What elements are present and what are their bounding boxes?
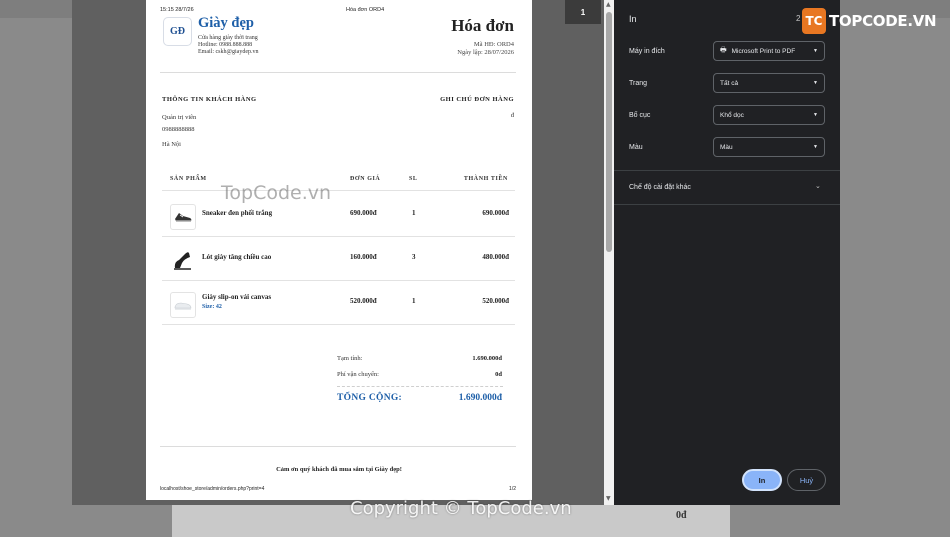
more-settings-toggle[interactable]: Chế độ cài đặt khác [629, 184, 691, 191]
customer-name: Quản trị viên [162, 114, 197, 121]
print-button[interactable]: In [742, 469, 782, 491]
shipping-value: 0đ [495, 371, 502, 378]
shipping-label: Phí vận chuyển: [337, 371, 379, 378]
scroll-down-arrow-icon[interactable]: ▼ [606, 495, 611, 502]
pages-select[interactable]: Tất cả ▼ [713, 73, 825, 93]
layout-value: Khổ dọc [720, 111, 744, 119]
invoice-date: Ngày lập: 28/07/2026 [457, 49, 514, 56]
color-value: Màu [720, 143, 733, 151]
printer-icon: 🖶 [720, 46, 727, 54]
invoice-number: Mã HĐ: ORD4 [473, 41, 514, 48]
page-number-badge: 1 [565, 0, 601, 24]
watermark-logo-text: TOPCODE.VN [829, 12, 937, 30]
print-header-time: 15:15 28/7/26 [160, 7, 194, 13]
dropdown-caret-icon: ▼ [813, 112, 818, 118]
sheet-count: 2 [796, 14, 801, 23]
item-total: 690.000đ [482, 209, 509, 217]
print-footer-url: localhost/shoe_store/admin/orders.php?pr… [160, 486, 265, 492]
store-tagline: Cửa hàng giày thời trang [198, 35, 258, 41]
watermark-logo: TC TOPCODE.VN [802, 8, 937, 34]
color-select[interactable]: Màu ▼ [713, 137, 825, 157]
color-label: Màu [629, 144, 643, 151]
table-row: Giày slip-on vải canvas Size: 42 520.000… [162, 281, 515, 325]
scrollbar-thumb[interactable] [606, 12, 612, 252]
invoice-paper: 15:15 28/7/26 Hóa đơn ORD4 GĐ Giày đẹp C… [146, 0, 532, 500]
watermark-copyright: Copyright © TopCode.vn [350, 498, 572, 519]
scroll-up-arrow-icon[interactable]: ▲ [606, 1, 611, 8]
footer-divider [160, 446, 516, 447]
summary-divider [337, 386, 503, 387]
item-price: 690.000đ [350, 209, 377, 217]
store-logo: GĐ [163, 17, 192, 46]
item-name: Lót giày tăng chiều cao [202, 253, 272, 261]
sneaker-icon [170, 204, 196, 230]
item-price: 160.000đ [350, 253, 377, 261]
subtotal-value: 1.690.000đ [472, 355, 502, 362]
col-qty: SL [409, 176, 418, 182]
store-hotline: Hotline: 0988.888.888 [198, 42, 253, 49]
destination-select[interactable]: 🖶 Microsoft Print to PDF ▼ [713, 41, 825, 61]
store-name: Giày đẹp [198, 15, 254, 31]
store-logo-text: GĐ [170, 26, 185, 37]
dropdown-caret-icon: ▼ [813, 48, 818, 54]
item-qty: 3 [412, 253, 416, 261]
watermark-middle: TopCode.vn [221, 182, 332, 204]
grand-total-value: 1.690.000đ [458, 393, 502, 403]
item-name: Giày slip-on vải canvas [202, 293, 272, 301]
slipon-icon [170, 292, 196, 318]
thank-you-message: Cảm ơn quý khách đã mua sắm tại Giày đẹp… [276, 466, 402, 473]
table-header-divider [162, 190, 515, 191]
layout-select[interactable]: Khổ dọc ▼ [713, 105, 825, 125]
print-settings-panel: In 2 Máy in đích 🖶 Microsoft Print to PD… [614, 0, 840, 505]
item-price: 520.000đ [350, 297, 377, 305]
insole-icon [170, 248, 194, 272]
customer-info-heading: THÔNG TIN KHÁCH HÀNG [162, 96, 257, 103]
destination-label: Máy in đích [629, 48, 665, 55]
pages-label: Trang [629, 80, 648, 87]
dropdown-caret-icon: ▼ [813, 80, 818, 86]
item-total: 520.000đ [482, 297, 509, 305]
col-total: THÀNH TIỀN [463, 176, 508, 182]
row-divider [162, 324, 515, 325]
table-row: Lót giày tăng chiều cao 160.000đ 3 480.0… [162, 237, 515, 281]
header-divider [160, 72, 516, 73]
print-dialog-title: In [629, 14, 637, 24]
print-header-doc-title: Hóa đơn ORD4 [346, 7, 385, 13]
background-value: 0đ [676, 510, 687, 521]
subtotal-label: Tạm tính: [337, 355, 363, 362]
item-qty: 1 [412, 209, 416, 217]
panel-divider [614, 170, 840, 171]
item-name: Sneaker đen phối trắng [202, 209, 273, 217]
table-row: Sneaker đen phối trắng 690.000đ 1 690.00… [162, 193, 515, 237]
pages-value: Tất cả [720, 79, 739, 87]
customer-address: Hà Nội [162, 141, 181, 148]
col-product: SẢN PHẨM [170, 176, 207, 182]
cancel-button[interactable]: Huỷ [787, 469, 826, 491]
grand-total-label: TỔNG CỘNG: [337, 393, 403, 403]
item-total: 480.000đ [482, 253, 509, 261]
preview-scrollbar[interactable]: ▲ ▼ [604, 0, 614, 505]
store-email: Email: cskh@giaydep.vn [198, 49, 259, 56]
watermark-logo-badge: TC [802, 8, 826, 34]
chevron-down-icon[interactable]: ⌄ [815, 182, 821, 190]
panel-divider [614, 204, 840, 205]
order-notes-value: đ [510, 112, 514, 119]
customer-info: Quản trị viên 0988888888 Hà Nội [162, 112, 196, 151]
invoice-title: Hóa đơn [451, 16, 514, 35]
item-size: Size: 42 [202, 304, 222, 310]
col-unit-price: ĐƠN GIÁ [350, 176, 381, 182]
item-qty: 1 [412, 297, 416, 305]
layout-label: Bố cục [629, 112, 651, 119]
customer-phone: 0988888888 [162, 126, 195, 133]
dropdown-caret-icon: ▼ [813, 144, 818, 150]
store-contact: Cửa hàng giày thời trang Hotline: 0988.8… [198, 35, 259, 57]
print-footer-page: 1/2 [509, 486, 516, 492]
invoice-meta: Mã HĐ: ORD4 Ngày lập: 28/07/2026 [457, 41, 514, 57]
order-notes-heading: GHI CHÚ ĐƠN HÀNG [440, 96, 514, 103]
destination-value: Microsoft Print to PDF [731, 47, 796, 55]
